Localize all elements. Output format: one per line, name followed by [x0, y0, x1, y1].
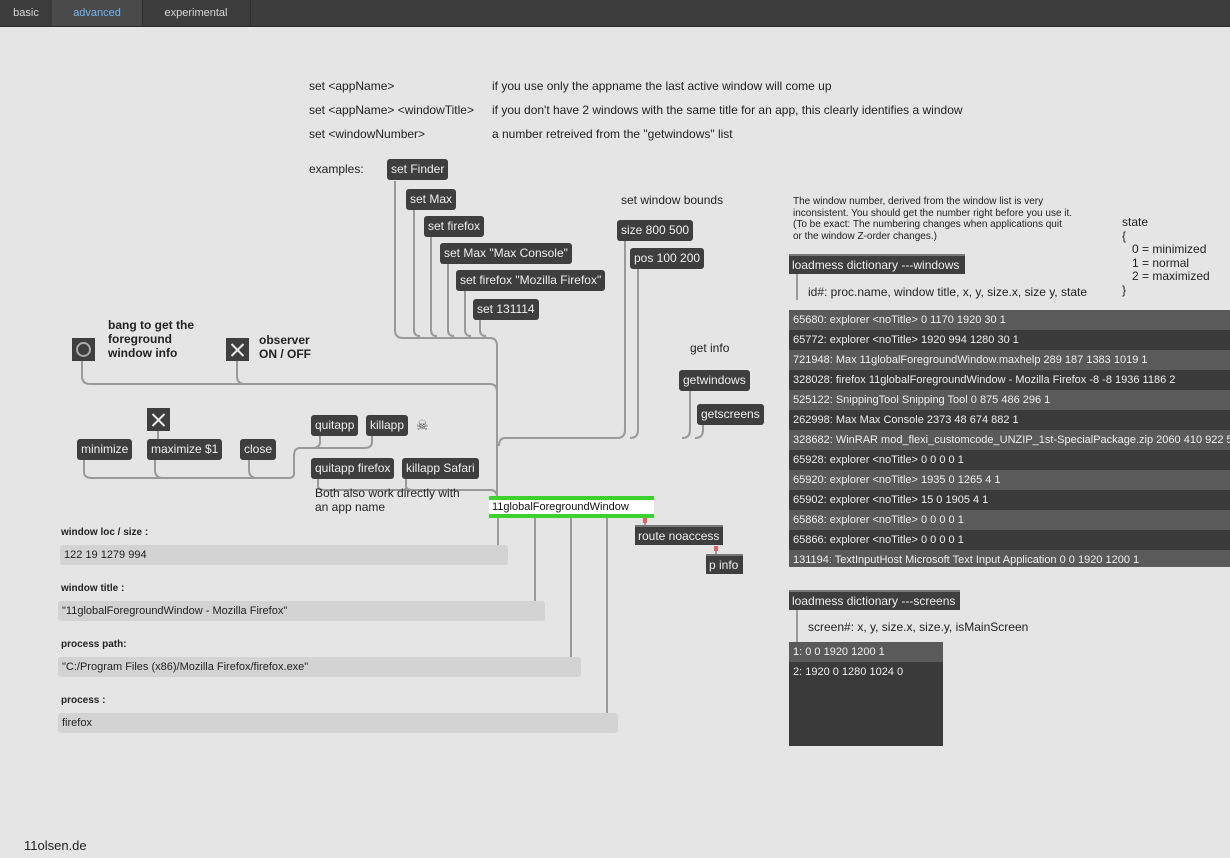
window-title-label: window title : [61, 583, 125, 594]
close-message[interactable]: close [240, 439, 277, 460]
desc-set-appname-title: if you don't have 2 windows with the sam… [492, 103, 963, 117]
minimize-message[interactable]: minimize [77, 439, 133, 460]
set-max-console-message[interactable]: set Max "Max Console" [440, 243, 572, 264]
both-also-note: Both also work directly with an app name [315, 486, 460, 514]
desc-set-appname: if you use only the appname the last act… [492, 79, 832, 93]
size-message[interactable]: size 800 500 [617, 220, 694, 241]
list-item[interactable]: 131194: TextInputHost Microsoft Text Inp… [789, 550, 1230, 567]
set-window-bounds-label: set window bounds [621, 193, 724, 207]
list-item[interactable]: 65928: explorer <noTitle> 0 0 0 0 1 [789, 450, 1230, 470]
tab-basic[interactable]: basic [0, 0, 53, 26]
p-info-object[interactable]: p info [706, 554, 743, 574]
list-item[interactable]: 1: 0 0 1920 1200 1 [789, 642, 943, 662]
window-loc-field[interactable]: 122 19 1279 994 [60, 545, 508, 565]
process-path-label: process path: [61, 639, 127, 650]
set-firefox-mozilla-message[interactable]: set firefox "Mozilla Firefox" [456, 270, 606, 291]
route-noaccess-object[interactable]: route noaccess [635, 525, 723, 545]
observer-toggle[interactable] [226, 338, 249, 361]
maximize-message[interactable]: maximize $1 [147, 439, 223, 460]
list-item[interactable]: 2: 1920 0 1280 1024 0 [789, 662, 943, 682]
tab-advanced[interactable]: advanced [52, 0, 143, 26]
list-item[interactable]: 65902: explorer <noTitle> 15 0 1905 4 1 [789, 490, 1230, 510]
window-number-note: The window number, derived from the wind… [793, 196, 1073, 242]
getscreens-message[interactable]: getscreens [697, 404, 764, 425]
screenlist-header: screen#: x, y, size.x, size.y, isMainScr… [808, 620, 1029, 634]
window-list[interactable]: 65680: explorer <noTitle> 0 1170 1920 30… [789, 310, 1230, 567]
footer-credit: 11olsen.de [24, 838, 87, 853]
window-title-field[interactable]: "11globalForegroundWindow - Mozilla Fire… [58, 601, 545, 621]
list-item[interactable]: 328682: WinRAR mod_flexi_customcode_UNZI… [789, 430, 1230, 450]
get-info-label: get info [690, 341, 730, 355]
syntax-set-appname-title: set <appName> <windowTitle> [309, 103, 474, 117]
syntax-set-windownumber: set <windowNumber> [309, 127, 426, 141]
desc-set-windownumber: a number retreived from the "getwindows"… [492, 127, 733, 141]
examples-label: examples: [309, 162, 364, 176]
getwindows-message[interactable]: getwindows [679, 370, 750, 391]
list-item[interactable]: 65680: explorer <noTitle> 0 1170 1920 30… [789, 310, 1230, 330]
windowlist-header: id#: proc.name, window title, x, y, size… [808, 285, 1087, 299]
process-field[interactable]: firefox [58, 713, 618, 733]
loadmess-windows-object[interactable]: loadmess dictionary ---windows [789, 254, 965, 274]
quitapp-message[interactable]: quitapp [311, 415, 359, 436]
list-item[interactable]: 262998: Max Max Console 2373 48 674 882 … [789, 410, 1230, 430]
set-max-message[interactable]: set Max [406, 189, 457, 210]
pos-message[interactable]: pos 100 200 [630, 248, 705, 269]
tab-experimental[interactable]: experimental [142, 0, 251, 26]
set-finder-message[interactable]: set Finder [387, 159, 449, 180]
list-item[interactable]: 328028: firefox 11globalForegroundWindow… [789, 370, 1230, 390]
killapp-safari-message[interactable]: killapp Safari [402, 458, 479, 479]
observer-label: observer ON / OFF [259, 333, 311, 361]
killapp-message[interactable]: killapp [366, 415, 409, 436]
process-label: process : [61, 695, 106, 706]
loadmess-screens-object[interactable]: loadmess dictionary ---screens [789, 590, 960, 610]
list-item[interactable]: 525122: SnippingTool Snipping Tool 0 875… [789, 390, 1230, 410]
set-firefox-message[interactable]: set firefox [424, 216, 485, 237]
bang-label: bang to get the foreground window info [108, 318, 194, 360]
skull-icon: ☠ [416, 417, 429, 433]
process-path-field[interactable]: "C:/Program Files (x86)/Mozilla Firefox/… [58, 657, 581, 677]
list-item[interactable]: 65868: explorer <noTitle> 0 0 0 0 1 [789, 510, 1230, 530]
list-item[interactable]: 65920: explorer <noTitle> 1935 0 1265 4 … [789, 470, 1230, 490]
global-foreground-window-object[interactable]: 11globalForegroundWindow [489, 496, 654, 518]
list-item[interactable]: 721948: Max 11globalForegroundWindow.max… [789, 350, 1230, 370]
bang-button[interactable] [72, 338, 95, 361]
list-item[interactable]: 65866: explorer <noTitle> 0 0 0 0 1 [789, 530, 1230, 550]
screen-list[interactable]: 1: 0 0 1920 1200 1 2: 1920 0 1280 1024 0 [789, 642, 943, 746]
quitapp-firefox-message[interactable]: quitapp firefox [311, 458, 395, 479]
set-window-number-message[interactable]: set 131114 [473, 299, 539, 320]
window-loc-label: window loc / size : [61, 527, 149, 538]
list-item[interactable]: 65772: explorer <noTitle> 1920 994 1280 … [789, 330, 1230, 350]
tab-bar: basic advanced experimental [0, 0, 1230, 27]
syntax-set-appname: set <appName> [309, 79, 395, 93]
maximize-toggle[interactable] [147, 408, 170, 431]
state-legend: state { 0 = minimized 1 = normal 2 = max… [1122, 215, 1210, 297]
